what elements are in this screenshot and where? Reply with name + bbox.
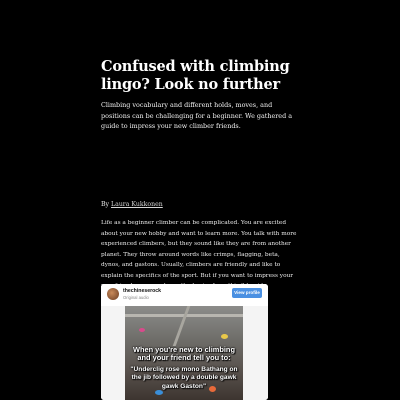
embed-side-panel [101,306,125,400]
embed-video[interactable]: When you're new to climbing and your fri… [125,306,243,400]
article-title: Confused with climbing lingo? Look no fu… [101,58,290,93]
article-body: Life as a beginner climber can be compli… [101,220,297,289]
climbing-hold [221,334,228,339]
video-caption-quote: "Underclig rose mono Bathang on the jib … [130,366,238,390]
instagram-embed[interactable]: thechineserock Original audio View profi… [101,284,268,400]
ceiling-beam [172,306,191,346]
climbing-hold [139,328,145,332]
embed-audio[interactable]: Original audio [123,295,149,300]
author-link[interactable]: Laura Kukkonen [111,201,163,208]
video-caption-heading: When you're new to climbing and your fri… [133,345,235,363]
embed-header: thechineserock Original audio View profi… [101,284,268,306]
article-subtitle: Climbing vocabulary and different holds,… [101,101,293,130]
avatar[interactable] [107,288,119,300]
byline-prefix: By [101,201,110,208]
embed-handle[interactable]: thechineserock [123,288,161,294]
view-profile-button[interactable]: View profile [232,288,262,298]
embed-side-panel [243,306,268,400]
byline: By Laura Kukkonen [101,200,297,210]
